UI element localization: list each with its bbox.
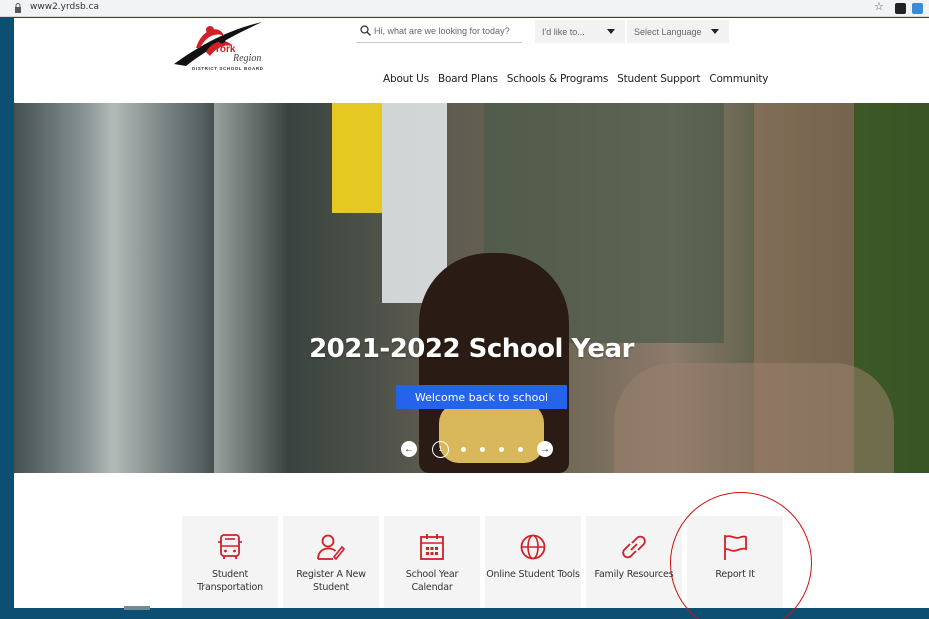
carousel-controls: ← 1 → — [401, 440, 553, 458]
scroll-indicator — [124, 606, 150, 610]
hero-photo-children — [614, 363, 894, 473]
tile-label: Student Transportation — [197, 569, 263, 593]
hero-banner-image — [14, 103, 929, 473]
link-icon — [622, 535, 646, 559]
tile-register-new-student[interactable]: Register A New Student — [283, 516, 379, 608]
tile-online-student-tools[interactable]: Online Student Tools — [485, 516, 581, 608]
nav-community[interactable]: Community — [709, 73, 768, 85]
carousel-dot[interactable] — [499, 446, 504, 452]
tile-family-resources[interactable]: Family Resources — [586, 516, 682, 608]
welcome-back-button[interactable]: Welcome back to school — [396, 385, 567, 409]
tile-label: Online Student Tools — [486, 569, 580, 580]
search-icon — [360, 25, 371, 36]
hero-photo-sign — [332, 103, 382, 213]
tile-label: Family Resources — [594, 569, 674, 580]
like-to-dropdown[interactable]: I'd like to... — [535, 20, 625, 43]
tile-label: School Year Calendar — [405, 569, 459, 593]
tile-label: Register A New Student — [296, 569, 366, 593]
logo-text-region: Region — [233, 53, 262, 64]
search-input[interactable] — [374, 25, 519, 36]
hero-photo-door — [14, 103, 214, 473]
calendar-icon — [420, 534, 444, 560]
extension-icon[interactable] — [895, 3, 906, 14]
chevron-down-icon — [607, 29, 615, 34]
language-label: Select Language — [634, 26, 702, 37]
arrow-left-icon[interactable]: ← — [401, 441, 417, 457]
search-bar[interactable] — [356, 19, 522, 43]
carousel-dot[interactable] — [518, 446, 523, 452]
chevron-down-icon — [711, 29, 719, 34]
bus-icon — [218, 534, 242, 559]
extension-icon-blue[interactable] — [912, 3, 923, 14]
user-edit-icon — [317, 534, 346, 561]
nav-schools-programs[interactable]: Schools & Programs — [507, 73, 609, 85]
bookmark-star-icon[interactable]: ☆ — [874, 0, 884, 13]
carousel-dot[interactable] — [480, 446, 485, 452]
language-dropdown[interactable]: Select Language — [627, 20, 729, 43]
browser-address-bar: www2.yrdsb.ca ☆ — [0, 0, 929, 17]
tile-student-transportation[interactable]: Student Transportation — [182, 516, 278, 608]
hero-title: 2021-2022 School Year — [309, 334, 634, 364]
carousel-current-slide[interactable]: 1 — [432, 440, 449, 458]
lock-icon — [15, 3, 21, 13]
address-url[interactable]: www2.yrdsb.ca — [30, 2, 99, 12]
carousel-dot[interactable] — [461, 446, 466, 452]
nav-student-support[interactable]: Student Support — [617, 73, 700, 85]
nav-about-us[interactable]: About Us — [383, 73, 429, 85]
hero-photo-poster — [382, 103, 447, 303]
tile-school-year-calendar[interactable]: School Year Calendar — [384, 516, 480, 608]
carousel-dots — [454, 446, 530, 452]
nav-board-plans[interactable]: Board Plans — [438, 73, 498, 85]
arrow-right-icon[interactable]: → — [537, 441, 553, 457]
globe-icon — [520, 534, 546, 560]
like-to-label: I'd like to... — [542, 26, 585, 37]
main-nav: About Us Board Plans Schools & Programs … — [383, 73, 777, 85]
logo-text-board: DISTRICT SCHOOL BOARD — [192, 66, 264, 71]
